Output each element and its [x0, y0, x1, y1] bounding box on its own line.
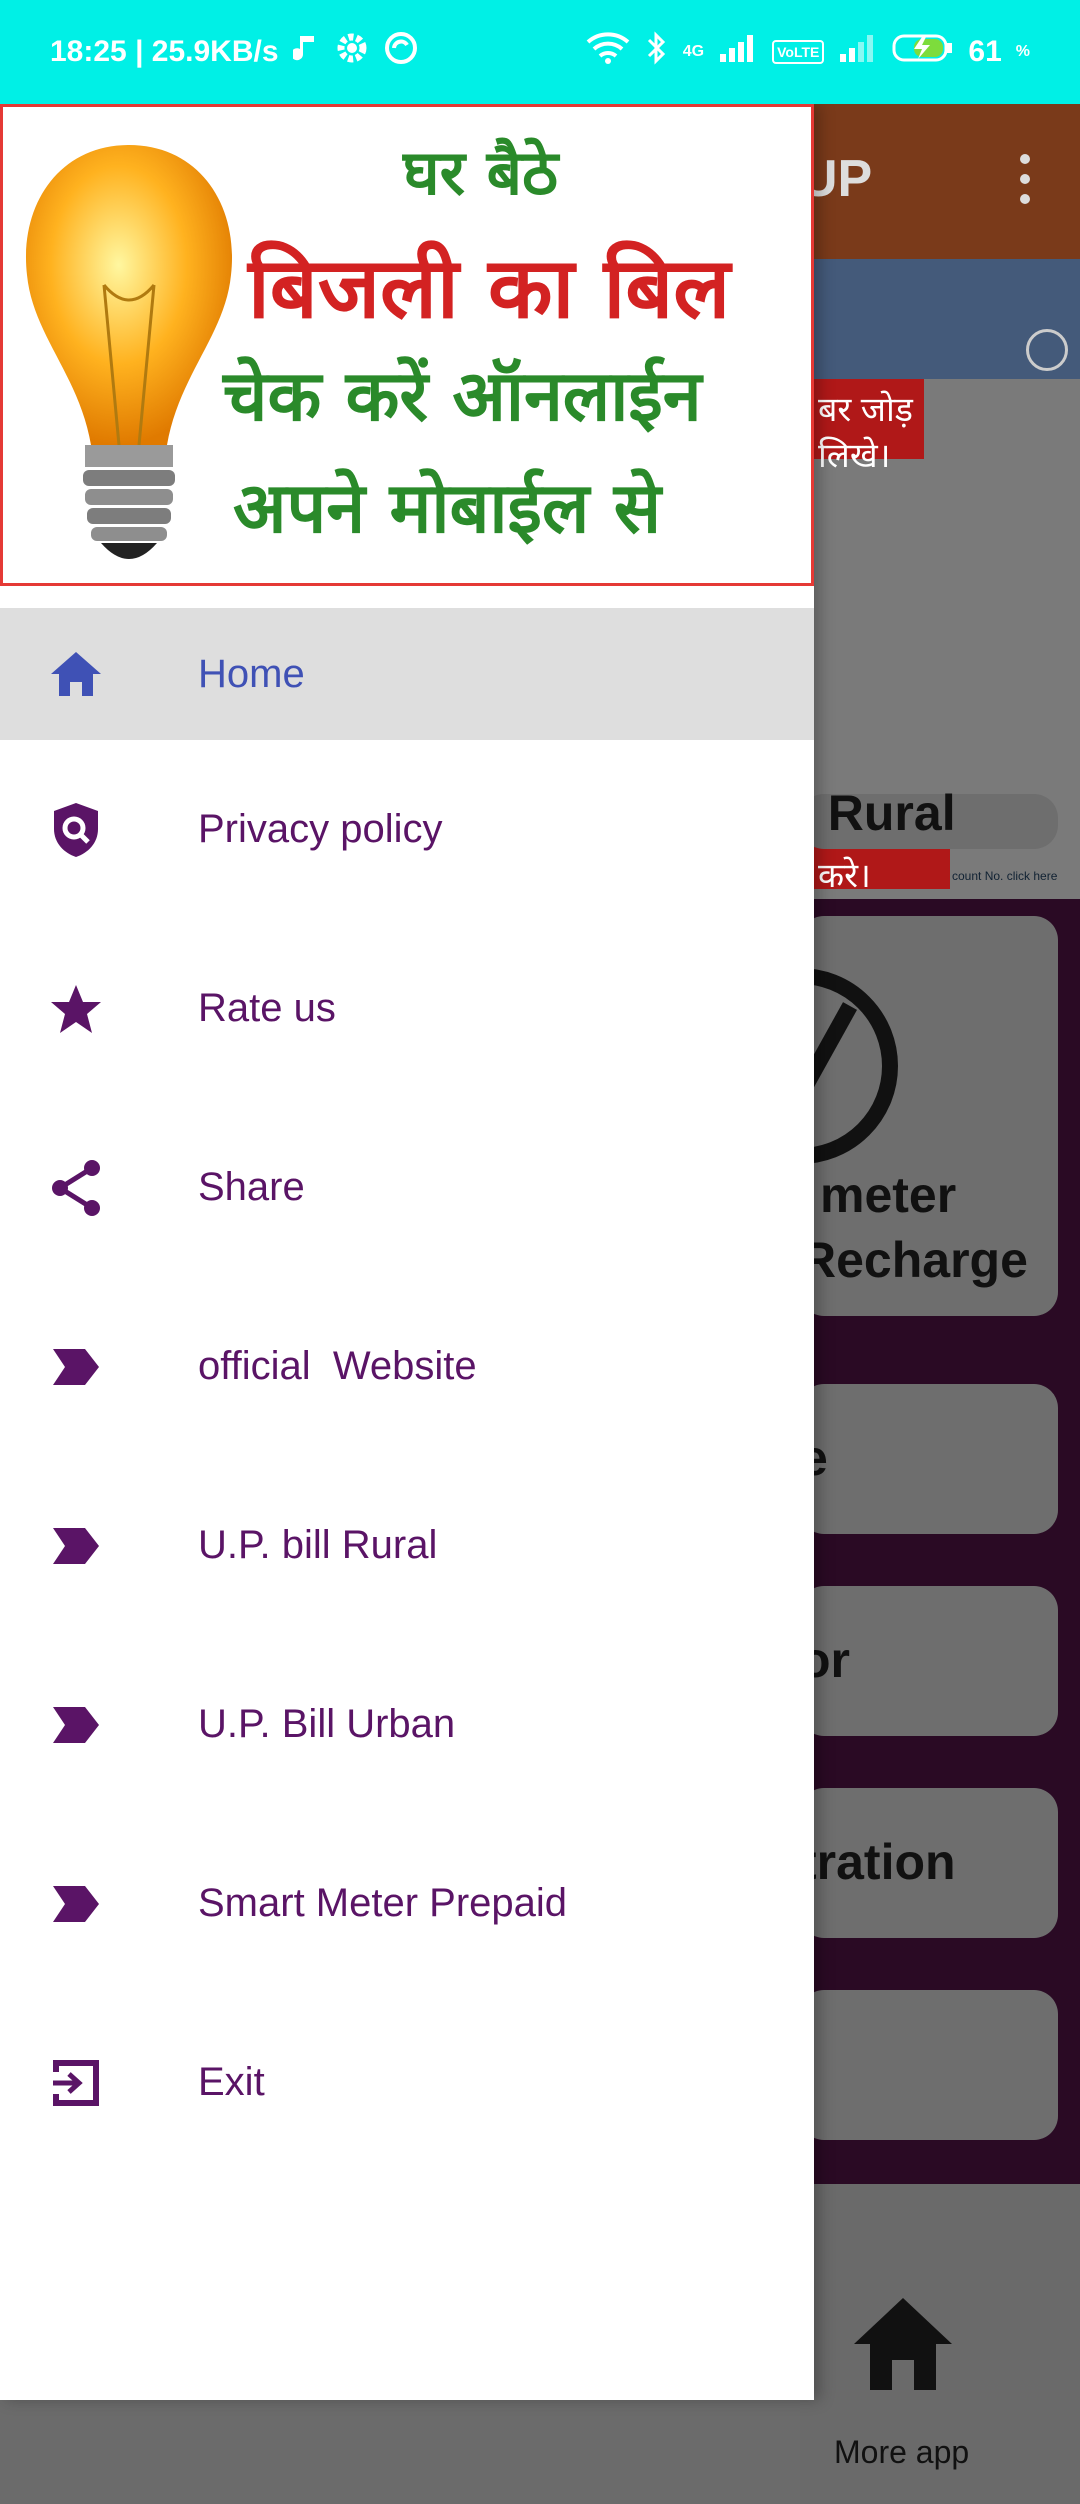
menu-item-official-website[interactable]: official Website: [0, 1277, 814, 1456]
header-line-4: अपने मोबाईल से: [233, 467, 662, 549]
drawer-header-banner: घर बैठे बिजली का बिल चेक करें ऑनलाईन अपन…: [0, 104, 814, 586]
menu-label-share: Share: [198, 1165, 305, 1209]
sync-circle-icon: [383, 30, 419, 74]
menu-item-up-bill-urban[interactable]: U.P. Bill Urban: [0, 1635, 814, 1814]
card-meter-text: meter: [820, 1167, 957, 1223]
menu-item-share[interactable]: Share: [0, 1098, 814, 1277]
card-6[interactable]: [800, 1990, 1058, 2140]
banner-small-text: count No. click here: [952, 869, 1058, 883]
volte-badge: VoLTE: [772, 40, 825, 64]
header-line-2: बिजली का बिल: [248, 239, 731, 337]
light-bulb-icon: [25, 145, 233, 559]
menu-item-exit[interactable]: Exit: [0, 1993, 814, 2172]
star-icon: [48, 981, 104, 1037]
drawer-menu: Home Privacy policy Rate us Share offici: [0, 608, 814, 2172]
menu-label-rural: U.P. bill Rural: [198, 1523, 438, 1567]
card-smart-meter[interactable]: meter Recharge: [800, 916, 1058, 1316]
home-icon-large: [854, 2298, 952, 2390]
share-icon: [48, 1159, 104, 1216]
card-5-text: tration: [800, 1834, 956, 1890]
overflow-menu-icon[interactable]: [1020, 154, 1030, 204]
prohibition-icon: [800, 968, 898, 1164]
label-arrow-icon: [48, 1518, 104, 1574]
more-app-label: More app: [834, 2434, 970, 2470]
menu-label-exit: Exit: [198, 2060, 265, 2104]
card-rural-text: . Rural: [800, 785, 956, 841]
menu-label-smart-meter: Smart Meter Prepaid: [198, 1881, 568, 1925]
banner-red-note: बर जोड़ लिखे।: [812, 379, 924, 475]
percent-sign: %: [1015, 43, 1030, 60]
signal-icon: [718, 32, 758, 72]
menu-label-home: Home: [198, 651, 305, 696]
music-note-icon: [290, 32, 321, 72]
label-arrow-icon: [48, 1876, 104, 1932]
card-3[interactable]: e: [800, 1384, 1058, 1534]
exit-icon: [48, 2055, 104, 2111]
status-bar: 18:25 | 25.9KB/s 4G VoLTE 61 %: [0, 0, 1080, 104]
home-icon: [48, 646, 104, 702]
menu-item-up-bill-rural[interactable]: U.P. bill Rural: [0, 1456, 814, 1635]
header-line-3: चेक करें ऑनलाईन: [223, 355, 702, 437]
status-time: 18:25 | 25.9KB/s: [50, 35, 279, 68]
header-line-1: घर बैठे: [403, 136, 559, 209]
card-recharge-text: Recharge: [800, 1232, 1028, 1288]
menu-label-privacy: Privacy policy: [198, 807, 443, 851]
card-4[interactable]: or: [800, 1586, 1058, 1736]
card-rural[interactable]: . Rural: [800, 785, 1058, 849]
network-type-label: 4G: [682, 43, 705, 60]
menu-item-privacy-policy[interactable]: Privacy policy: [0, 740, 814, 919]
menu-label-urban: U.P. Bill Urban: [198, 1702, 456, 1746]
more-app-button[interactable]: More app: [800, 2184, 1080, 2504]
card-5[interactable]: tration: [800, 1788, 1058, 1938]
signal-weak-icon: [838, 32, 878, 72]
bluetooth-icon: [645, 30, 669, 74]
battery-percent: 61: [968, 35, 1002, 68]
gear-icon: [335, 31, 369, 73]
battery-charging-icon: [892, 32, 954, 72]
shield-search-icon: [48, 802, 104, 858]
menu-item-rate-us[interactable]: Rate us: [0, 919, 814, 1098]
menu-item-smart-meter-prepaid[interactable]: Smart Meter Prepaid: [0, 1814, 814, 1993]
menu-label-website: official Website: [198, 1344, 477, 1388]
navigation-drawer: घर बैठे बिजली का बिल चेक करें ऑनलाईन अपन…: [0, 104, 814, 2400]
wifi-icon: [585, 30, 631, 74]
home-mini-icon: [1026, 329, 1068, 371]
label-arrow-icon: [48, 1697, 104, 1753]
menu-label-rate: Rate us: [198, 986, 336, 1030]
label-arrow-icon: [48, 1339, 104, 1395]
menu-item-home[interactable]: Home: [0, 608, 814, 740]
